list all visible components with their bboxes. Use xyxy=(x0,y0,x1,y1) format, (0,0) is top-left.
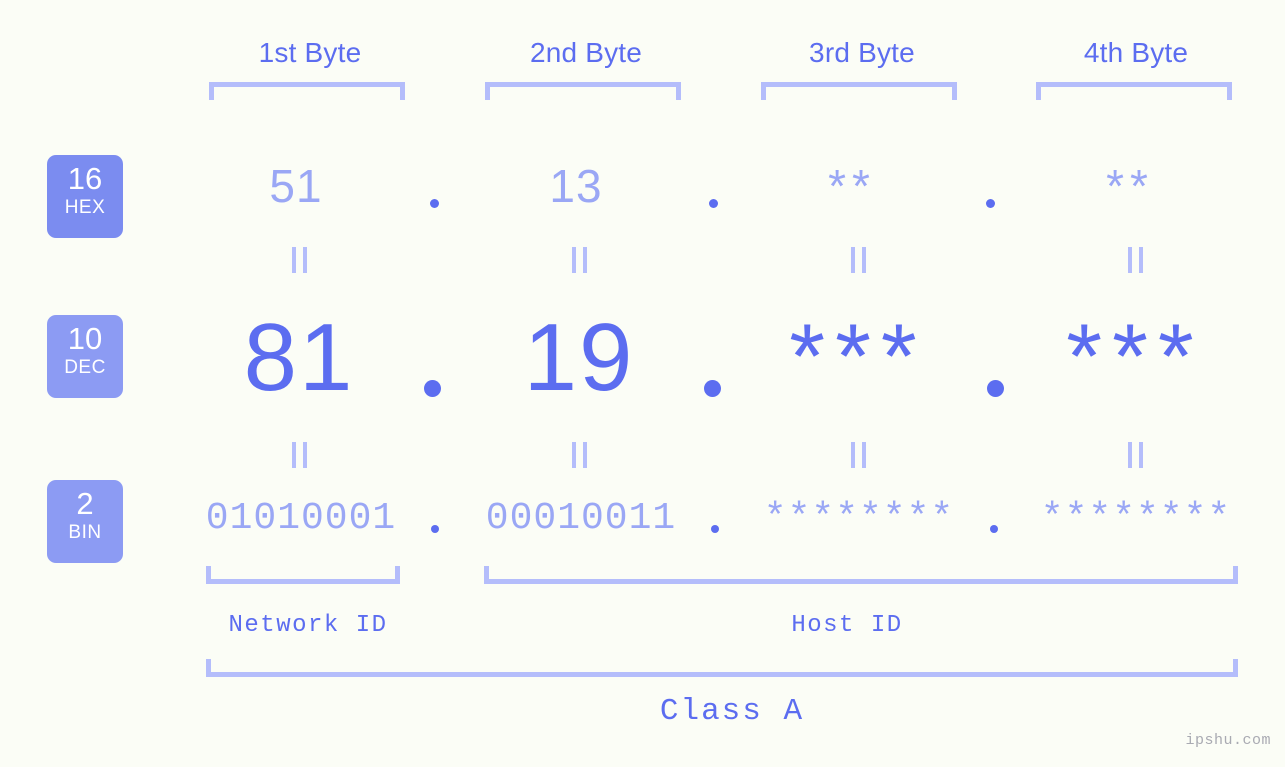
hex-dot-3 xyxy=(986,199,995,208)
base-badge-dec: 10 DEC xyxy=(47,315,123,398)
bin-byte-4: ******** xyxy=(1040,497,1232,540)
bin-byte-1: 01010001 xyxy=(205,497,397,540)
byte-header-4: 4th Byte xyxy=(1083,37,1189,68)
hex-dot-1 xyxy=(430,199,439,208)
bin-dot-2 xyxy=(711,525,719,533)
bin-byte-2: 00010011 xyxy=(485,497,677,540)
dec-dot-3 xyxy=(987,380,1004,397)
base-badge-bin-name: BIN xyxy=(68,522,102,543)
bin-dot-1 xyxy=(431,525,439,533)
hex-dot-2 xyxy=(709,199,718,208)
byte-bracket-top-1 xyxy=(209,82,405,100)
dec-dot-1 xyxy=(424,380,441,397)
byte-bracket-top-4 xyxy=(1036,82,1232,100)
byte-bracket-top-2 xyxy=(485,82,681,100)
base-badge-dec-name: DEC xyxy=(64,357,106,378)
network-id-bracket xyxy=(206,566,400,584)
dec-byte-1: 81 xyxy=(243,304,355,411)
byte-bracket-top-3 xyxy=(761,82,957,100)
dec-byte-2: 19 xyxy=(523,304,635,411)
host-id-bracket xyxy=(484,566,1238,584)
base-badge-bin-number: 2 xyxy=(76,486,94,521)
equals-marker-dec-bin-4 xyxy=(1124,442,1146,468)
base-badge-bin: 2 BIN xyxy=(47,480,123,563)
base-badge-hex-number: 16 xyxy=(67,161,103,196)
bin-byte-3: ******** xyxy=(763,497,955,540)
hex-byte-3: ** xyxy=(828,160,876,212)
dec-byte-4: *** xyxy=(1066,306,1204,408)
hex-byte-2: 13 xyxy=(549,160,603,212)
host-id-label: Host ID xyxy=(791,612,903,639)
hex-byte-1: 51 xyxy=(269,160,323,212)
bin-dot-3 xyxy=(990,525,998,533)
base-badge-dec-number: 10 xyxy=(67,321,103,356)
byte-header-3: 3rd Byte xyxy=(809,37,915,68)
equals-marker-dec-bin-1 xyxy=(288,442,310,468)
network-id-label: Network ID xyxy=(228,612,388,639)
dec-byte-3: *** xyxy=(789,306,927,408)
equals-marker-hex-dec-3 xyxy=(847,247,869,273)
byte-header-1: 1st Byte xyxy=(258,37,362,68)
equals-marker-hex-dec-1 xyxy=(288,247,310,273)
byte-header-2: 2nd Byte xyxy=(529,37,643,68)
ip-address-breakdown-diagram: 1st Byte 2nd Byte 3rd Byte 4th Byte 16 H… xyxy=(0,0,1285,767)
equals-marker-dec-bin-2 xyxy=(568,442,590,468)
watermark: ipshu.com xyxy=(1185,732,1271,749)
equals-marker-dec-bin-3 xyxy=(847,442,869,468)
base-badge-hex: 16 HEX xyxy=(47,155,123,238)
hex-byte-4: ** xyxy=(1106,160,1154,212)
base-badge-hex-name: HEX xyxy=(64,197,106,218)
equals-marker-hex-dec-2 xyxy=(568,247,590,273)
class-label: Class A xyxy=(659,694,805,729)
dec-dot-2 xyxy=(704,380,721,397)
equals-marker-hex-dec-4 xyxy=(1124,247,1146,273)
class-bracket xyxy=(206,659,1238,677)
